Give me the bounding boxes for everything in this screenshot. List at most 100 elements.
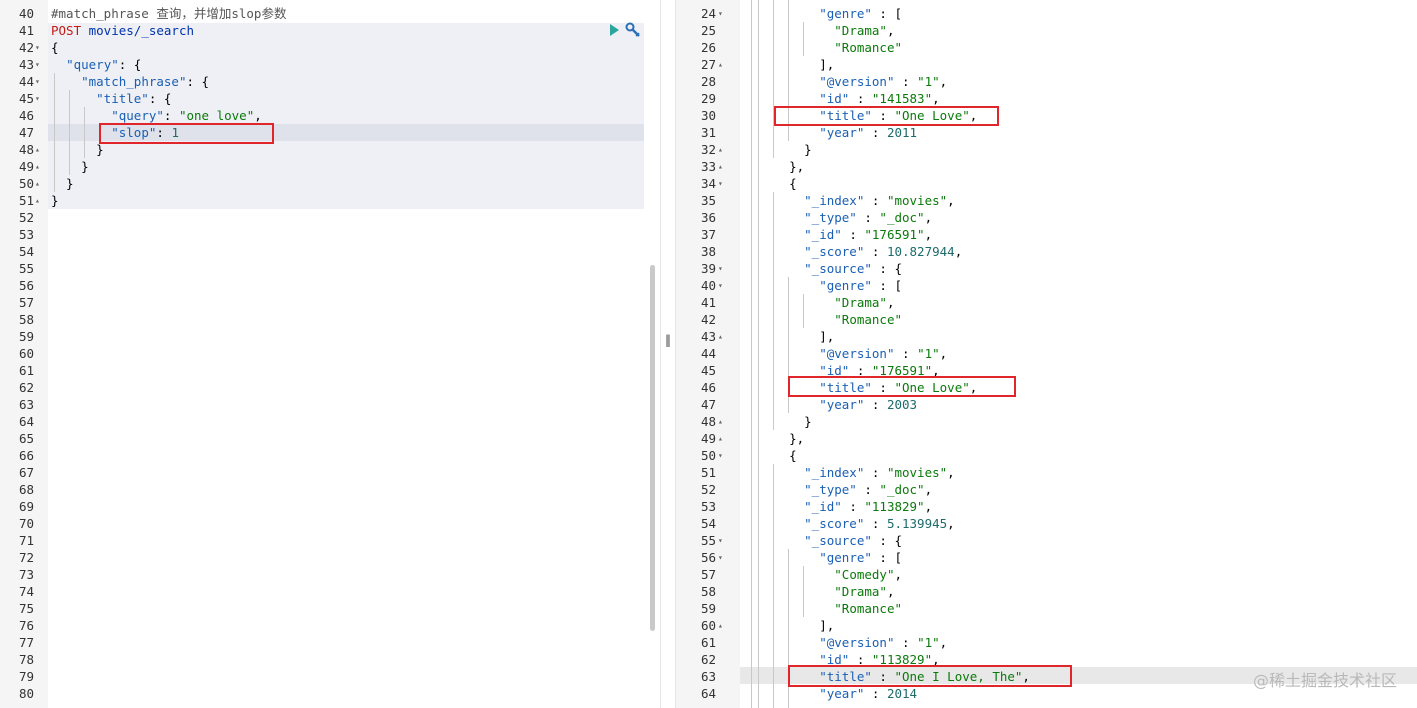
code-line: 42 ▾ { bbox=[0, 39, 660, 56]
pane-divider[interactable] bbox=[660, 0, 676, 708]
code-token: , bbox=[894, 567, 903, 582]
code-token: : bbox=[894, 74, 918, 89]
code-token: } bbox=[759, 414, 812, 429]
title-highlight-box bbox=[788, 665, 1072, 687]
code-token: "176591" bbox=[864, 227, 925, 242]
line-number: 40 bbox=[700, 278, 716, 293]
line-number: 52 bbox=[18, 210, 34, 225]
fold-toggle-icon[interactable]: ▾ bbox=[35, 56, 40, 73]
wrench-icon[interactable] bbox=[625, 22, 641, 38]
line-number: 46 bbox=[18, 108, 34, 123]
code-token: , bbox=[939, 635, 948, 650]
code-line: 49 ▴ } bbox=[0, 158, 660, 175]
fold-toggle-icon[interactable]: ▾ bbox=[35, 90, 40, 107]
code-text: "_type" : "_doc", bbox=[759, 209, 932, 226]
fold-toggle-icon[interactable]: ▾ bbox=[718, 5, 723, 22]
code-token: , bbox=[939, 346, 948, 361]
line-number: 36 bbox=[700, 210, 716, 225]
code-token: ], bbox=[759, 618, 835, 633]
line-number: 32 bbox=[700, 142, 716, 157]
code-token: "_index" bbox=[804, 465, 865, 480]
code-text: ], bbox=[759, 56, 834, 73]
code-token: "title" bbox=[96, 91, 149, 106]
fold-toggle-icon[interactable]: ▾ bbox=[718, 549, 723, 566]
line-number: 68 bbox=[18, 482, 34, 497]
line-number: 26 bbox=[700, 40, 716, 55]
code-text: }, bbox=[759, 430, 804, 447]
line-number: 34 bbox=[700, 176, 716, 191]
code-token: "1" bbox=[917, 635, 940, 650]
code-token: "_type" bbox=[804, 210, 857, 225]
fold-toggle-icon[interactable]: ▾ bbox=[718, 532, 723, 549]
code-line: 65 bbox=[0, 430, 660, 447]
code-token: , bbox=[886, 23, 895, 38]
code-line: 36 "_type" : "_doc", bbox=[676, 209, 1417, 226]
code-text: "query": { bbox=[51, 56, 141, 73]
fold-toggle-icon[interactable]: ▾ bbox=[35, 39, 40, 56]
request-editor[interactable]: 40 #match_phrase 查询，并增加slop参数 41 POST movie… bbox=[0, 0, 660, 708]
code-token: "Comedy" bbox=[834, 567, 895, 582]
code-text: "year" : 2011 bbox=[759, 124, 917, 141]
code-token: "Romance" bbox=[834, 601, 902, 616]
code-token: , bbox=[932, 91, 940, 106]
line-number: 51 bbox=[18, 193, 34, 208]
code-line: 44 ▾ "match_phrase": { bbox=[0, 73, 660, 90]
response-viewer[interactable]: 24 ▾ "genre" : [25 "Drama", 26 "Romance" 27… bbox=[676, 0, 1417, 708]
code-line: 69 bbox=[0, 498, 660, 515]
code-text: #match_phrase 查询，并增加slop参数 bbox=[51, 5, 286, 22]
code-token: "_doc" bbox=[879, 210, 925, 225]
line-number: 78 bbox=[18, 652, 34, 667]
code-line: 51 "_index" : "movies", bbox=[676, 464, 1417, 481]
line-number: 53 bbox=[18, 227, 34, 242]
fold-toggle-icon[interactable]: ▾ bbox=[718, 447, 723, 464]
line-number: 67 bbox=[18, 465, 34, 480]
line-number: 63 bbox=[18, 397, 34, 412]
fold-toggle-icon[interactable]: ▴ bbox=[718, 328, 723, 345]
code-text: } bbox=[759, 141, 812, 158]
code-token: , bbox=[886, 584, 895, 599]
fold-toggle-icon[interactable]: ▴ bbox=[718, 430, 723, 447]
indent-guide bbox=[773, 0, 774, 158]
code-token: : [ bbox=[871, 6, 903, 21]
code-text: "_score" : 5.139945, bbox=[759, 515, 955, 532]
code-text: "_source" : { bbox=[759, 532, 902, 549]
fold-toggle-icon[interactable]: ▴ bbox=[35, 158, 40, 175]
fold-toggle-icon[interactable]: ▴ bbox=[35, 192, 40, 209]
code-line: 76 bbox=[0, 617, 660, 634]
indent-guide bbox=[803, 566, 804, 617]
fold-toggle-icon[interactable]: ▾ bbox=[718, 277, 723, 294]
line-number: 31 bbox=[700, 125, 716, 140]
code-token: : { bbox=[186, 74, 210, 89]
fold-toggle-icon[interactable]: ▴ bbox=[35, 175, 40, 192]
fold-toggle-icon[interactable]: ▴ bbox=[718, 413, 723, 430]
code-token: "movies" bbox=[886, 193, 948, 208]
fold-toggle-icon[interactable]: ▴ bbox=[35, 141, 40, 158]
fold-toggle-icon[interactable]: ▴ bbox=[718, 141, 723, 158]
fold-toggle-icon[interactable]: ▴ bbox=[718, 158, 723, 175]
code-text: { bbox=[759, 447, 797, 464]
line-number: 42 bbox=[700, 312, 716, 327]
request-scrollbar[interactable] bbox=[650, 265, 655, 631]
fold-toggle-icon[interactable]: ▴ bbox=[718, 617, 723, 634]
fold-toggle-icon[interactable]: ▾ bbox=[35, 73, 40, 90]
code-line: 79 bbox=[0, 668, 660, 685]
resize-handle-icon[interactable]: ‖ bbox=[663, 333, 673, 351]
play-icon[interactable] bbox=[610, 24, 619, 36]
line-number: 63 bbox=[700, 669, 716, 684]
line-number: 39 bbox=[700, 261, 716, 276]
code-token: : bbox=[864, 465, 887, 480]
line-number: 45 bbox=[18, 91, 34, 106]
fold-toggle-icon[interactable]: ▾ bbox=[718, 175, 723, 192]
code-line: 74 bbox=[0, 583, 660, 600]
fold-toggle-icon[interactable]: ▾ bbox=[718, 260, 723, 277]
fold-toggle-icon[interactable]: ▴ bbox=[718, 56, 723, 73]
